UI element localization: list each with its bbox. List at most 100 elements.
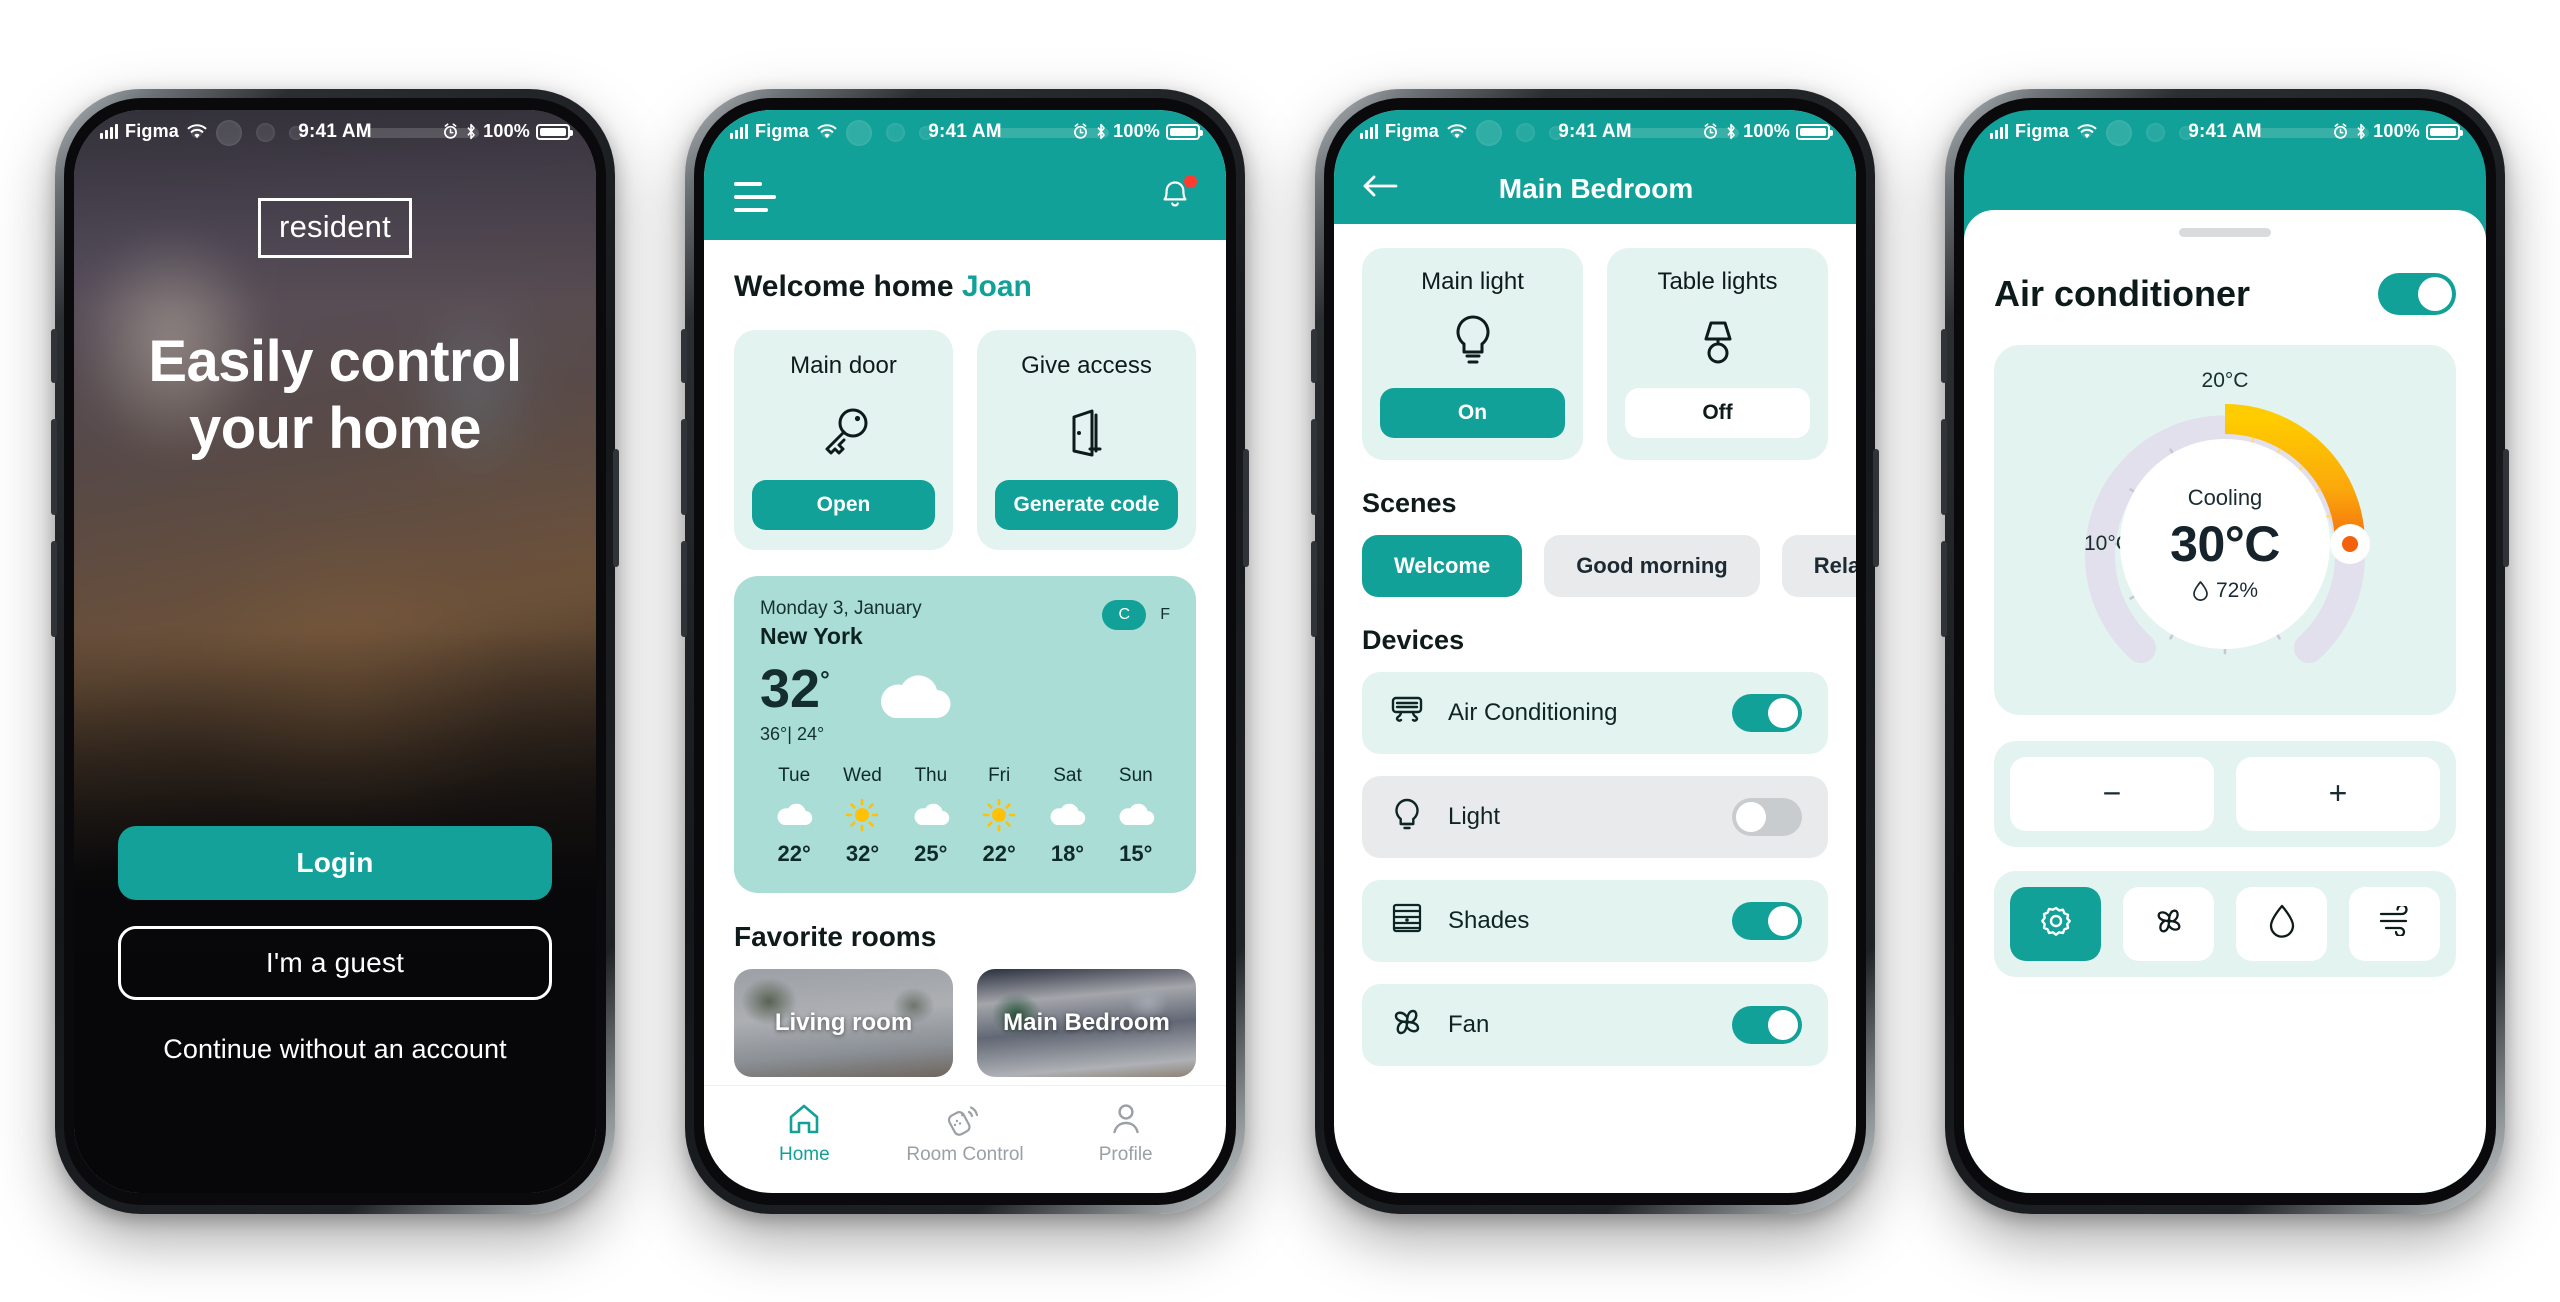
volume-down-button[interactable] <box>51 540 57 637</box>
main-light-card[interactable]: Main light On <box>1362 247 1583 460</box>
light-cards: Main light On Table lights Off <box>1362 247 1828 460</box>
phone-3-room-detail: Figma 9:41 AM 100% Main Bedroom Main lig… <box>1311 88 1879 1214</box>
device-row-shades[interactable]: Shades <box>1362 879 1828 962</box>
forecast-day: Fri 22° <box>965 765 1033 867</box>
increase-temperature-button[interactable]: + <box>2236 756 2440 831</box>
forecast-temp: 32° <box>845 840 880 866</box>
scene-relax[interactable]: Relax <box>1781 534 1856 597</box>
forecast-temp: 22° <box>777 840 811 866</box>
phone-1-screen: Figma 9:41 AM 100% resident Easily contr… <box>74 109 596 1193</box>
volume-down-button[interactable] <box>1311 540 1317 637</box>
home-screen: Figma 9:41 AM 100% Welcome home Joan Mai… <box>704 109 1226 1193</box>
volume-down-button[interactable] <box>1941 540 1947 637</box>
celsius-option[interactable]: C <box>1102 599 1147 630</box>
battery-icon <box>1166 123 1203 140</box>
power-button[interactable] <box>2503 448 2509 567</box>
phone-side-button[interactable] <box>51 328 57 383</box>
welcome-message: Welcome home Joan <box>734 270 1196 304</box>
decrease-temperature-button[interactable]: − <box>2010 756 2214 831</box>
device-row-air-conditioning[interactable]: Air Conditioning <box>1362 671 1828 754</box>
device-toggle[interactable] <box>1732 1005 1802 1044</box>
degree-symbol: ° <box>820 666 830 694</box>
unit-toggle[interactable]: C F <box>1102 599 1170 630</box>
welcome-user-name: Joan <box>961 269 1032 303</box>
room-card-main-bedroom[interactable]: Main Bedroom <box>977 968 1196 1077</box>
forecast-day: Tue 22° <box>760 765 828 867</box>
volume-up-button[interactable] <box>681 418 687 515</box>
main-light-state-button[interactable]: On <box>1380 387 1565 438</box>
current-temp-value: 32 <box>760 658 821 719</box>
plus-icon: + <box>2328 775 2348 811</box>
menu-icon[interactable] <box>734 181 776 212</box>
phone-2-home: Figma 9:41 AM 100% Welcome home Joan Mai… <box>681 88 1249 1214</box>
battery-icon <box>2426 123 2463 140</box>
humidity-readout: 72% <box>2192 579 2258 603</box>
continue-without-account-link[interactable]: Continue without an account <box>118 1034 552 1065</box>
forecast-day: Thu 25° <box>897 765 965 867</box>
quick-action-cards: Main door Open Give access Generate code <box>734 329 1196 550</box>
open-door-button[interactable]: Open <box>752 479 935 530</box>
power-button[interactable] <box>613 448 619 567</box>
scenes-list: Welcome Good morning Relax <box>1362 534 1856 597</box>
volume-up-button[interactable] <box>51 418 57 515</box>
phone-mockups-stage: Figma 9:41 AM 100% resident Easily contr… <box>0 0 2560 1302</box>
ac-power-toggle[interactable] <box>2378 272 2456 315</box>
phone-side-button[interactable] <box>1311 328 1317 383</box>
forecast-day: Sun 15° <box>1102 765 1170 867</box>
cloud-icon <box>760 795 828 835</box>
table-lights-card[interactable]: Table lights Off <box>1607 247 1828 460</box>
login-button[interactable]: Login <box>118 825 552 900</box>
clock-label: 9:41 AM <box>2188 120 2262 142</box>
notifications-button[interactable] <box>1156 174 1197 219</box>
cloud-icon <box>1102 795 1170 835</box>
bottom-navigation: Home Room Control Profile <box>704 1084 1226 1193</box>
volume-down-button[interactable] <box>681 540 687 637</box>
cloud-icon <box>897 795 965 835</box>
welcome-prefix: Welcome home <box>734 269 962 303</box>
room-card-living-room[interactable]: Living room <box>734 968 953 1077</box>
favorite-rooms-list: Living room Main Bedroom <box>734 968 1196 1077</box>
device-row-light[interactable]: Light <box>1362 775 1828 858</box>
mode-humidity-button[interactable] <box>2236 886 2327 961</box>
mode-airflow-button[interactable] <box>2349 886 2440 961</box>
ac-icon <box>1388 691 1426 734</box>
fahrenheit-option[interactable]: F <box>1160 606 1170 624</box>
scene-good-morning[interactable]: Good morning <box>1544 534 1760 597</box>
mode-auto-button[interactable] <box>2010 886 2101 961</box>
phone-bezel: Figma 9:41 AM 100% resident Easily contr… <box>64 97 606 1205</box>
cloud-icon <box>1033 795 1101 835</box>
sheet-drag-handle[interactable] <box>2179 227 2271 237</box>
power-button[interactable] <box>1873 448 1879 567</box>
phone-side-button[interactable] <box>681 328 687 383</box>
tab-home[interactable]: Home <box>724 1099 885 1166</box>
mode-fan-button[interactable] <box>2123 886 2214 961</box>
device-toggle[interactable] <box>1732 693 1802 732</box>
table-lights-state-button[interactable]: Off <box>1625 387 1810 438</box>
door-icon <box>995 390 1178 474</box>
forecast-day-label: Wed <box>843 764 882 786</box>
volume-up-button[interactable] <box>1941 418 1947 515</box>
device-row-fan[interactable]: Fan <box>1362 983 1828 1066</box>
status-bar: Figma 9:41 AM 100% <box>1964 110 2486 154</box>
main-door-card[interactable]: Main door Open <box>734 329 953 550</box>
shades-icon <box>1388 899 1426 942</box>
key-icon <box>752 390 935 474</box>
device-toggle[interactable] <box>1732 901 1802 940</box>
volume-up-button[interactable] <box>1311 418 1317 515</box>
tab-profile[interactable]: Profile <box>1045 1099 1206 1166</box>
weather-current: 32° 36°| 24° <box>760 662 1170 745</box>
give-access-card[interactable]: Give access Generate code <box>977 329 1196 550</box>
cloud-icon <box>870 666 958 729</box>
scene-welcome[interactable]: Welcome <box>1362 534 1523 597</box>
page-title: Main Bedroom <box>1498 172 1694 204</box>
status-bar: Figma 9:41 AM 100% <box>1334 110 1856 154</box>
weather-card: Monday 3, January New York C F 32° 36°| … <box>734 575 1196 893</box>
clock-label: 9:41 AM <box>928 120 1002 142</box>
generate-code-button[interactable]: Generate code <box>995 479 1178 530</box>
power-button[interactable] <box>1243 448 1249 567</box>
temperature-dial[interactable]: 10°C 30°C <box>2080 399 2370 689</box>
phone-side-button[interactable] <box>1941 328 1947 383</box>
device-toggle[interactable] <box>1732 797 1802 836</box>
guest-button[interactable]: I'm a guest <box>118 925 552 1000</box>
tab-room-control[interactable]: Room Control <box>885 1099 1046 1166</box>
